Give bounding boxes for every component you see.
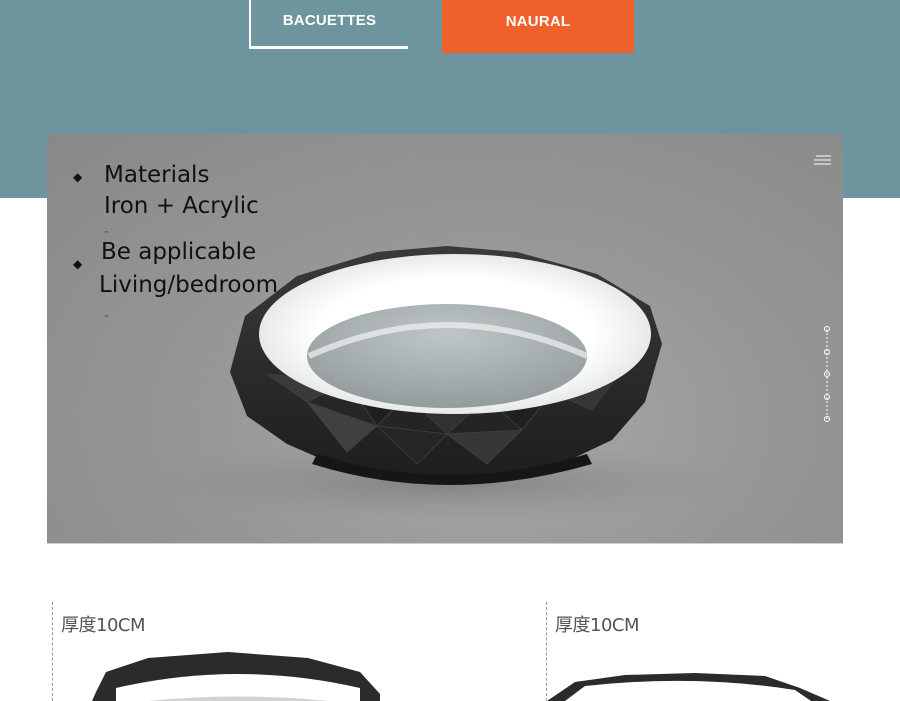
lamp-side-view-illustration xyxy=(92,652,380,701)
spec-applicable-value: Living/bedroom xyxy=(99,272,278,298)
tab-bacuettes[interactable]: BACUETTES xyxy=(249,0,408,49)
hamburger-menu-icon[interactable] xyxy=(814,154,832,166)
spec-separator: - xyxy=(104,224,110,240)
detail-divider xyxy=(52,602,53,701)
bullet-diamond-icon: ◆ xyxy=(73,257,83,271)
tab-naural[interactable]: NAURAL xyxy=(442,0,634,53)
spec-materials-value: Iron + Acrylic xyxy=(104,193,259,219)
spec-applicable-title: Be applicable xyxy=(101,239,257,265)
thickness-label: 厚度10CM xyxy=(61,615,146,636)
bullet-diamond-icon: ◆ xyxy=(73,170,83,184)
tab-naural-label: NAURAL xyxy=(505,13,571,30)
slider-dots-icon[interactable] xyxy=(820,324,834,424)
tab-bacuettes-label: BACUETTES xyxy=(282,11,377,29)
lamp-side-view-illustration xyxy=(547,673,830,701)
spec-separator: - xyxy=(104,308,110,324)
product-hero-image: ◆ Materials Iron + Acrylic - ◆ Be applic… xyxy=(47,134,843,544)
spec-materials-title: Materials xyxy=(104,162,210,188)
thickness-label: 厚度10CM xyxy=(555,615,640,636)
